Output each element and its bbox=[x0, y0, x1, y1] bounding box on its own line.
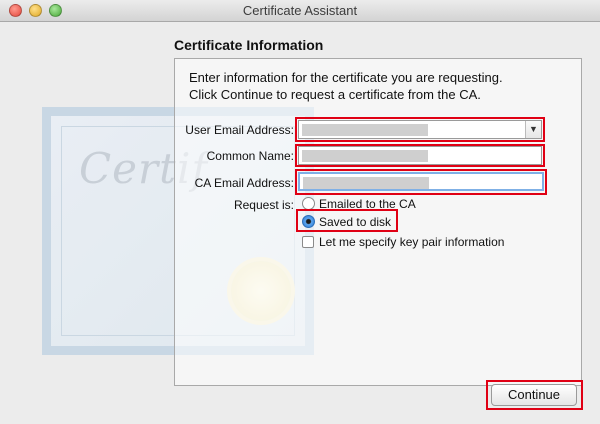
request-label: Request is: bbox=[233, 198, 294, 212]
intro-line-2: Click Continue to request a certificate … bbox=[189, 87, 481, 102]
radio-saved-to-disk[interactable] bbox=[302, 215, 315, 228]
title-bar: Certificate Assistant bbox=[0, 0, 600, 22]
intro-text: Enter information for the certificate yo… bbox=[189, 69, 569, 103]
redacted-value bbox=[302, 124, 428, 136]
common-name-field[interactable] bbox=[298, 146, 542, 165]
intro-line-1: Enter information for the certificate yo… bbox=[189, 70, 503, 85]
continue-button[interactable]: Continue bbox=[491, 384, 577, 406]
ca-email-label: CA Email Address: bbox=[194, 176, 294, 190]
section-title: Certificate Information bbox=[174, 37, 324, 53]
user-email-label: User Email Address: bbox=[185, 123, 294, 137]
option-saved-to-disk-label: Saved to disk bbox=[319, 215, 392, 229]
common-name-label: Common Name: bbox=[206, 149, 294, 163]
redacted-value bbox=[302, 150, 428, 162]
window-title: Certificate Assistant bbox=[242, 3, 358, 18]
user-email-field[interactable]: ▼ bbox=[298, 120, 542, 139]
keypair-checkbox[interactable] bbox=[302, 236, 314, 248]
keypair-label: Let me specify key pair information bbox=[319, 235, 505, 249]
ca-email-field[interactable] bbox=[298, 172, 544, 191]
assistant-window: Certif Certificate Information Enter inf… bbox=[0, 22, 600, 424]
redacted-value bbox=[303, 177, 429, 189]
dropdown-arrow-icon[interactable]: ▼ bbox=[525, 121, 541, 138]
